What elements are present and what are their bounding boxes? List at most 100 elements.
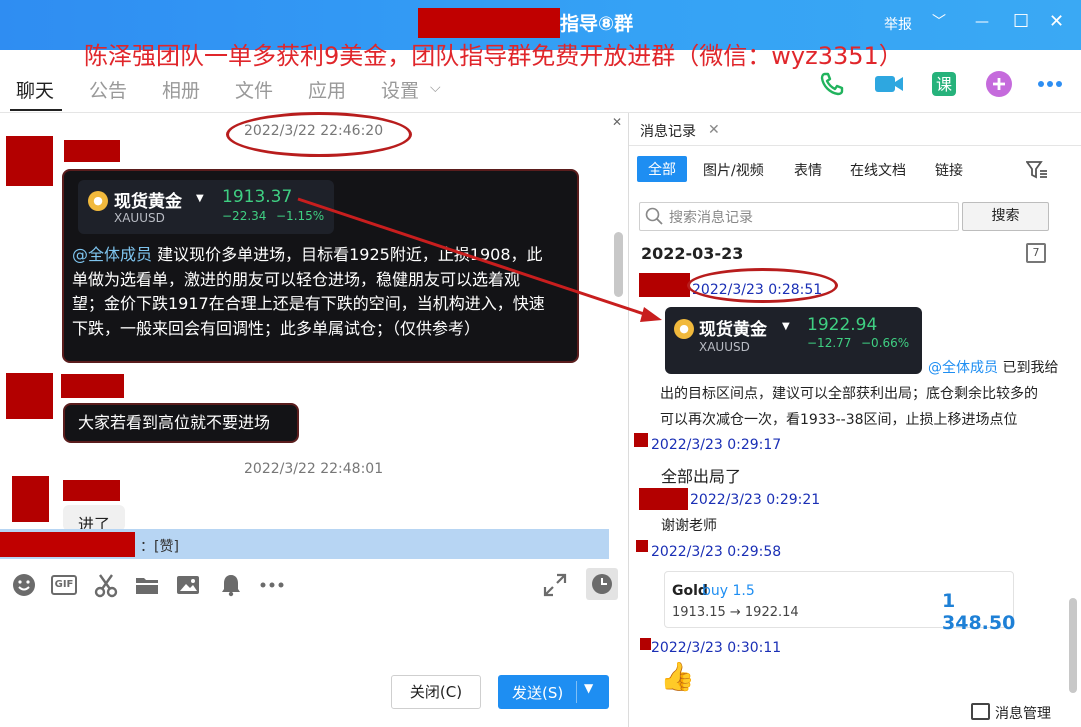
- sender-name-redacted: [634, 433, 648, 447]
- scissors-icon[interactable]: [93, 572, 119, 598]
- chevron-down-icon[interactable]: ⌵: [430, 80, 441, 96]
- more-icon[interactable]: [1036, 70, 1064, 98]
- filter-media[interactable]: 图片/视频: [703, 160, 764, 180]
- gold-coin-icon: ●: [674, 319, 694, 339]
- gold-coin-icon: ●: [88, 191, 108, 211]
- trade-prices: 1913.15 → 1922.14: [672, 605, 799, 620]
- filter-docs[interactable]: 在线文档: [850, 160, 906, 180]
- sender-name-redacted: [636, 540, 648, 552]
- chevron-down-icon[interactable]: ▼: [584, 681, 593, 695]
- avatar[interactable]: [6, 136, 53, 186]
- message-line: 已到我给: [1002, 360, 1059, 376]
- group-name-suffix: 指导⑧群: [560, 13, 634, 35]
- history-button[interactable]: [586, 568, 618, 600]
- thumbs-up-icon: 👍: [660, 660, 695, 693]
- report-button[interactable]: 举报: [884, 14, 912, 34]
- history-timestamp: 2022/3/23 0:29:58: [651, 544, 782, 560]
- quote-change-pct: −1.15%: [276, 209, 325, 223]
- tab-files[interactable]: 文件: [235, 76, 273, 103]
- promo-overlay-text: 陈泽强团队一单多获利9美金，团队指导群免费开放进群（微信：wyz3351）: [84, 42, 903, 70]
- quote-name: 现货黄金: [699, 320, 767, 340]
- tab-message-history[interactable]: 消息记录: [640, 121, 696, 141]
- quote-change: −22.34: [222, 209, 267, 223]
- chat-scrollbar[interactable]: [614, 232, 623, 297]
- message-line: 出的目标区间点，建议可以全部获利出局；底仓剩余比较多的: [660, 386, 1038, 402]
- quote-change: −12.77: [807, 336, 852, 350]
- calendar-icon[interactable]: 7: [1026, 243, 1046, 263]
- search-placeholder: 搜索消息记录: [669, 210, 753, 226]
- tab-album[interactable]: 相册: [162, 76, 200, 103]
- close-icon[interactable]: ✕: [612, 115, 622, 129]
- quote-code: XAUUSD: [699, 340, 750, 354]
- qq-group-window: 指导⑧群 举报 ﹀ — ☐ ✕ 陈泽强团队一单多获利9美金，团队指导群免费开放进…: [0, 0, 1081, 727]
- panel-divider: [628, 113, 629, 727]
- mention-all[interactable]: @全体成员: [72, 245, 152, 264]
- message-manager-icon[interactable]: [971, 703, 990, 720]
- emoji-icon[interactable]: [11, 572, 37, 598]
- search-icon: [645, 207, 663, 225]
- minimize-button[interactable]: —: [975, 12, 989, 32]
- history-scrollbar[interactable]: [1069, 598, 1077, 693]
- message-line: 望；金价下跌1917在合理上还是有下跌的空间，当机构进入，快速: [72, 294, 545, 313]
- add-icon[interactable]: [985, 70, 1013, 98]
- tab-chat[interactable]: 聊天: [16, 76, 54, 103]
- filter-icon[interactable]: [1026, 160, 1048, 180]
- more-icon[interactable]: [259, 572, 285, 598]
- sender-name-redacted: [63, 480, 120, 501]
- trade-side: buy 1.5: [702, 583, 755, 599]
- history-timestamp: 2022/3/23 0:30:11: [651, 640, 782, 656]
- folder-icon[interactable]: [134, 572, 160, 598]
- close-button[interactable]: 关闭(C): [391, 675, 481, 709]
- filter-links[interactable]: 链接: [935, 160, 963, 180]
- close-window-button[interactable]: ✕: [1049, 12, 1064, 32]
- quote-change-pct: −0.66%: [861, 336, 910, 350]
- avatar[interactable]: [12, 476, 49, 522]
- quote-code: XAUUSD: [114, 211, 165, 225]
- history-timestamp: 2022/3/23 0:29:17: [651, 437, 782, 453]
- quote-name: 现货黄金: [114, 192, 182, 212]
- message-line: 下跌，一般来回会有回调性；此多单属试仓；（仅供参考）: [72, 318, 481, 338]
- gif-icon[interactable]: GIF: [51, 575, 77, 595]
- class-icon[interactable]: 课: [930, 70, 958, 98]
- history-timestamp: 2022/3/23 0:29:21: [690, 492, 821, 508]
- sender-name-redacted: [64, 140, 120, 162]
- send-button-label: 发送(S): [512, 684, 564, 702]
- close-icon[interactable]: ✕: [708, 122, 720, 138]
- quote-price: 1913.37: [222, 187, 293, 207]
- collapse-button[interactable]: ﹀: [932, 12, 946, 32]
- message-manager-button[interactable]: 消息管理: [995, 703, 1051, 723]
- send-divider: [576, 681, 577, 703]
- mention-all[interactable]: @全体成员: [928, 360, 998, 376]
- reply-sender-redacted: [0, 532, 135, 557]
- message-timestamp: 2022/3/22 22:48:01: [244, 461, 384, 477]
- filter-emoji[interactable]: 表情: [794, 160, 822, 180]
- sender-name-redacted: [640, 638, 651, 650]
- bell-icon[interactable]: [218, 572, 244, 598]
- group-name-redacted: [418, 8, 560, 38]
- tab-apps[interactable]: 应用: [308, 76, 346, 103]
- reply-text: ：[赞]: [140, 539, 179, 555]
- highlight-oval: [226, 112, 412, 157]
- svg-text:课: 课: [936, 75, 952, 94]
- tab-announcement[interactable]: 公告: [89, 76, 127, 103]
- message-line: 单做为选看单，激进的朋友可以轻仓进场，稳健朋友可以选着观: [72, 269, 521, 289]
- send-button[interactable]: 发送(S) ▼: [498, 675, 609, 709]
- active-tab-indicator: [10, 109, 62, 111]
- avatar[interactable]: [6, 373, 53, 419]
- maximize-button[interactable]: ☐: [1013, 12, 1029, 32]
- message-text: 大家若看到高位就不要进场: [78, 413, 271, 432]
- image-icon[interactable]: [175, 572, 201, 598]
- search-button[interactable]: 搜索: [962, 202, 1049, 231]
- sender-name-redacted: [639, 273, 690, 297]
- trade-result-card[interactable]: Gold buy 1.5 1913.15 → 1922.14 1 348.50: [664, 571, 1015, 634]
- video-icon[interactable]: [873, 70, 905, 98]
- phone-icon[interactable]: [818, 70, 846, 98]
- sender-name-redacted: [61, 374, 124, 398]
- tabbar-divider: [629, 145, 1081, 146]
- expand-icon[interactable]: [542, 572, 568, 598]
- filter-all[interactable]: 全部: [637, 156, 687, 182]
- tab-settings[interactable]: 设置: [381, 76, 419, 103]
- message-text: @全体成员 建议现价多单进场，目标看1925附近，止损1908，此 单做为选看单…: [72, 243, 576, 341]
- history-date: 2022-03-23: [641, 244, 744, 263]
- clock-icon: [592, 574, 612, 594]
